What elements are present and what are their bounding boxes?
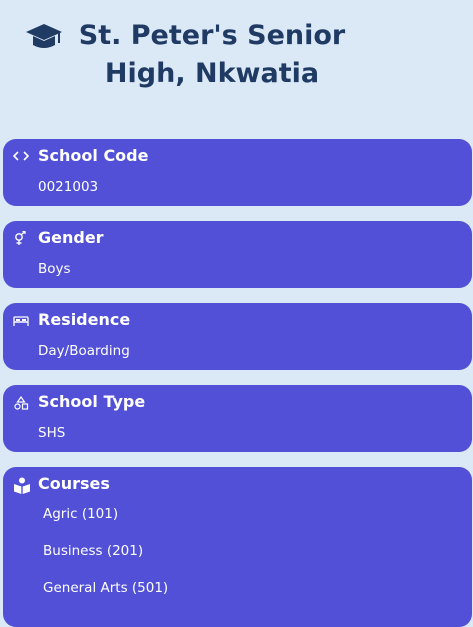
course-item: General Arts (501) bbox=[43, 580, 169, 596]
bed-icon bbox=[13, 316, 29, 326]
course-item: Agric (101) bbox=[43, 506, 119, 522]
gender-label: Gender bbox=[38, 228, 104, 247]
gender-icon bbox=[15, 231, 26, 245]
page-title: St. Peter's Senior High, Nkwatia bbox=[78, 20, 346, 89]
school-code-card: School Code 0021003 bbox=[3, 139, 472, 206]
courses-card: Courses Agric (101) Business (201) Gener… bbox=[3, 467, 472, 627]
school-type-value: SHS bbox=[38, 425, 66, 441]
course-item: Business (201) bbox=[43, 543, 144, 559]
header: St. Peter's Senior High, Nkwatia bbox=[0, 0, 473, 120]
school-code-label: School Code bbox=[38, 146, 149, 165]
residence-card: Residence Day/Boarding bbox=[3, 303, 472, 370]
gender-card: Gender Boys bbox=[3, 221, 472, 288]
graduation-cap-icon bbox=[26, 24, 62, 48]
residence-value: Day/Boarding bbox=[38, 343, 130, 359]
school-type-label: School Type bbox=[38, 392, 146, 411]
book-reader-icon bbox=[14, 477, 30, 494]
school-code-value: 0021003 bbox=[38, 179, 99, 195]
code-icon bbox=[12, 151, 30, 161]
school-type-card: School Type SHS bbox=[3, 385, 472, 452]
gender-value: Boys bbox=[38, 261, 71, 277]
shapes-icon bbox=[14, 396, 29, 410]
courses-label: Courses bbox=[38, 474, 110, 493]
residence-label: Residence bbox=[38, 310, 131, 329]
